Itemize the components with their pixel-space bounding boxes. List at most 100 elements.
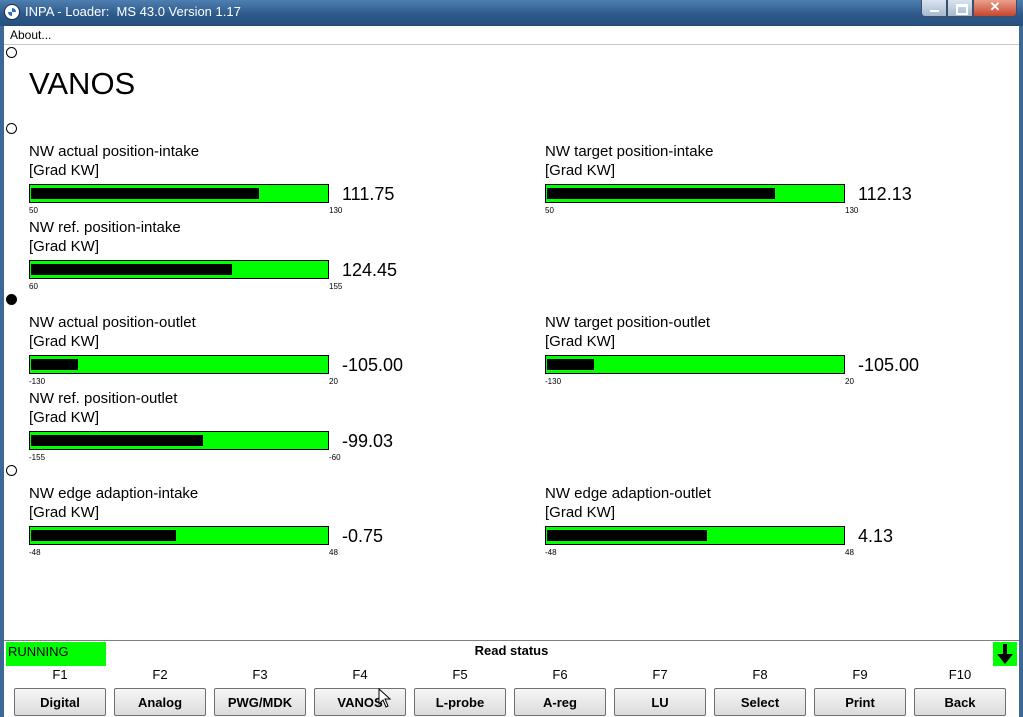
gauge-min: 50 xyxy=(29,206,38,215)
gauge-bar-fill xyxy=(547,188,775,199)
page-title: VANOS xyxy=(29,66,136,101)
gauge-unit: [Grad KW] xyxy=(545,333,616,350)
section-marker[interactable] xyxy=(6,123,17,134)
maximize-button[interactable] xyxy=(947,0,973,17)
f2-analog-button[interactable]: Analog xyxy=(114,688,206,716)
gauge-bar xyxy=(29,526,329,545)
gauge-bar xyxy=(29,184,329,203)
fkey-label-f7: F7 xyxy=(652,667,668,682)
gauge-value: 112.13 xyxy=(858,184,912,204)
gauge-actual-position-outlet: NW actual position-outlet [Grad KW] -105… xyxy=(29,314,429,389)
f5-l-probe-button[interactable]: L-probe xyxy=(414,688,506,716)
gauge-bar-fill xyxy=(31,435,203,446)
gauge-unit: [Grad KW] xyxy=(545,504,616,521)
gauge-value: -99.03 xyxy=(342,431,394,451)
window-controls: ✕ xyxy=(921,0,1017,18)
gauge-label: NW target position-intake xyxy=(545,143,714,160)
gauge-max: 155 xyxy=(329,282,343,291)
gauge-actual-position-intake: NW actual position-intake [Grad KW] 111.… xyxy=(29,143,429,218)
f1-digital-button[interactable]: Digital xyxy=(14,688,106,716)
section-marker[interactable] xyxy=(6,47,17,58)
mouse-cursor-icon xyxy=(378,688,392,708)
gauge-min: 50 xyxy=(545,206,554,215)
title-bar: INPA - Loader: MS 43.0 Version 1.17 ✕ xyxy=(0,0,1023,26)
gauge-max: 20 xyxy=(845,377,854,386)
minimize-icon xyxy=(930,10,939,12)
scroll-down-button[interactable] xyxy=(993,642,1017,666)
maximize-icon xyxy=(956,4,968,15)
gauge-ref-position-outlet: NW ref. position-outlet [Grad KW] -99.03… xyxy=(29,390,429,465)
gauge-label: NW ref. position-outlet xyxy=(29,390,178,407)
gauge-min: -48 xyxy=(29,548,41,557)
gauge-value: 4.13 xyxy=(858,526,894,546)
gauge-ref-position-intake: NW ref. position-intake [Grad KW] 124.45… xyxy=(29,219,429,294)
down-arrow-icon xyxy=(997,644,1013,664)
f10-back-button[interactable]: Back xyxy=(914,688,1006,716)
f8-select-button[interactable]: Select xyxy=(714,688,806,716)
f3-pwg-mdk-button[interactable]: PWG/MDK xyxy=(214,688,306,716)
gauge-target-position-outlet: NW target position-outlet [Grad KW] -105… xyxy=(545,314,945,389)
gauge-label: NW ref. position-intake xyxy=(29,219,181,236)
f4-vanos-button[interactable]: VANOS xyxy=(314,688,406,716)
f7-lu-button[interactable]: LU xyxy=(614,688,706,716)
gauge-max: 48 xyxy=(329,548,338,557)
minimize-button[interactable] xyxy=(921,0,947,17)
gauge-bar xyxy=(29,431,329,450)
gauge-min: -130 xyxy=(29,377,46,386)
gauge-label: NW edge adaption-intake xyxy=(29,485,199,502)
gauge-max: 130 xyxy=(329,206,343,215)
section-marker-active[interactable] xyxy=(6,294,17,305)
gauge-target-position-intake: NW target position-intake [Grad KW] 112.… xyxy=(545,143,945,218)
gauge-label: NW target position-outlet xyxy=(545,314,711,331)
gauge-unit: [Grad KW] xyxy=(29,162,100,179)
gauge-max: 20 xyxy=(329,377,338,386)
gauge-value: -0.75 xyxy=(342,526,384,546)
gauge-max: -60 xyxy=(329,453,341,462)
gauge-bar xyxy=(29,260,329,279)
gauge-edge-adaption-outlet: NW edge adaption-outlet [Grad KW] 4.13 -… xyxy=(545,485,945,560)
gauge-bar xyxy=(29,355,329,374)
gauge-unit: [Grad KW] xyxy=(29,409,100,426)
status-message: Read status xyxy=(474,643,549,658)
window-frame-left xyxy=(0,26,4,717)
gauge-unit: [Grad KW] xyxy=(29,504,100,521)
f6-a-reg-button[interactable]: A-reg xyxy=(514,688,606,716)
function-key-bar: F1 Digital F2 Analog F3 PWG/MDK F4 VANOS… xyxy=(4,666,1019,717)
fkey-label-f9: F9 xyxy=(852,667,868,682)
fkey-label-f1: F1 xyxy=(52,667,68,682)
f9-print-button[interactable]: Print xyxy=(814,688,906,716)
gauge-unit: [Grad KW] xyxy=(29,238,100,255)
gauge-value: -105.00 xyxy=(342,355,404,375)
section-marker[interactable] xyxy=(6,465,17,476)
fkey-label-f2: F2 xyxy=(152,667,168,682)
gauge-min: -48 xyxy=(545,548,557,557)
fkey-label-f6: F6 xyxy=(552,667,568,682)
gauge-bar-fill xyxy=(31,188,259,199)
status-line: RUNNING Read status xyxy=(4,640,1019,667)
close-button[interactable]: ✕ xyxy=(973,0,1017,17)
fkey-label-f3: F3 xyxy=(252,667,268,682)
gauge-bar-fill xyxy=(31,530,176,541)
menu-bar: About... xyxy=(4,26,1019,45)
gauge-bar xyxy=(545,355,845,374)
gauge-value: 124.45 xyxy=(342,260,398,280)
menu-about[interactable]: About... xyxy=(10,28,51,42)
gauge-bar xyxy=(545,526,845,545)
fkey-label-f10: F10 xyxy=(948,667,972,682)
gauge-max: 130 xyxy=(845,206,859,215)
bmw-logo-icon[interactable] xyxy=(4,4,20,20)
gauge-bar-fill xyxy=(31,264,232,275)
gauge-bar-fill xyxy=(31,359,78,370)
gauge-max: 48 xyxy=(845,548,854,557)
gauge-bar-fill xyxy=(547,530,707,541)
fkey-label-f5: F5 xyxy=(452,667,468,682)
gauge-unit: [Grad KW] xyxy=(545,162,616,179)
gauge-value: -105.00 xyxy=(858,355,920,375)
fkey-label-f8: F8 xyxy=(752,667,768,682)
gauge-unit: [Grad KW] xyxy=(29,333,100,350)
gauge-bar xyxy=(545,184,845,203)
window-title: INPA - Loader: MS 43.0 Version 1.17 xyxy=(25,4,241,19)
gauge-bar-fill xyxy=(547,359,594,370)
window-frame-right xyxy=(1019,26,1023,717)
gauge-edge-adaption-intake: NW edge adaption-intake [Grad KW] -0.75 … xyxy=(29,485,429,560)
